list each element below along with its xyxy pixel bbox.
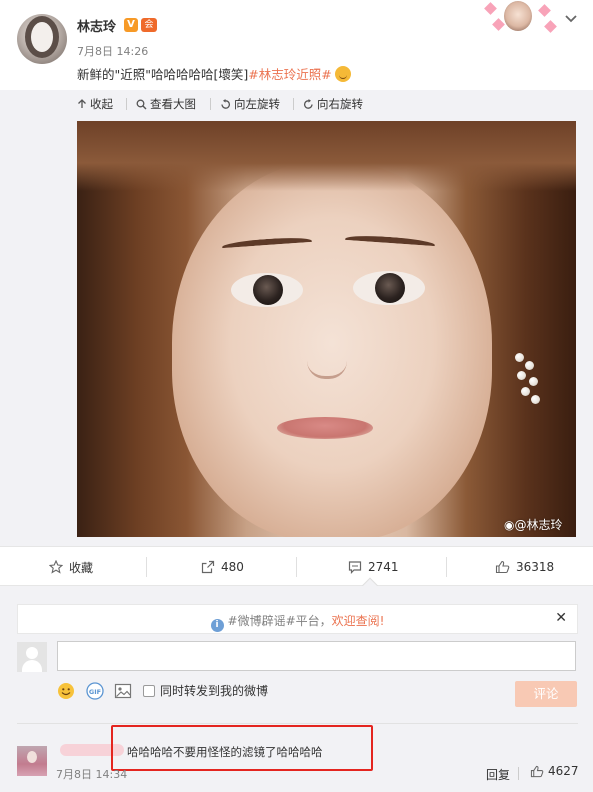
notice-text: i #微博辟谣#平台，欢迎查阅!: [18, 612, 577, 632]
smirk-emoji-icon: [334, 66, 351, 82]
post-text-body: 新鲜的"近照"哈哈哈哈哈[壞笑]: [77, 67, 249, 82]
comment-icon: [348, 561, 362, 574]
pearl-earring: [517, 371, 526, 380]
post-time[interactable]: 7月8日 14:26: [77, 43, 148, 59]
highlight-box: [111, 725, 373, 771]
comment-like-count: 4627: [548, 764, 579, 778]
heart-icon: [484, 2, 497, 15]
notice-accent-link[interactable]: 欢迎查阅!: [332, 614, 385, 628]
collapse-label: 收起: [90, 97, 113, 111]
comment-input[interactable]: [57, 641, 576, 671]
post-action-bar: 收藏 480 2741 36318: [0, 546, 593, 595]
commenter-avatar[interactable]: [17, 746, 47, 776]
view-large-label: 查看大图: [150, 97, 196, 111]
decoration-portrait: [504, 1, 532, 31]
favorite-label: 收藏: [69, 560, 94, 575]
star-icon: [49, 560, 63, 574]
hashtag-link[interactable]: #林志玲近照#: [248, 67, 331, 82]
action-divider: [146, 557, 147, 577]
comment-action-divider: [518, 767, 519, 780]
comment-like-button[interactable]: 4627: [530, 764, 579, 778]
thumbs-up-icon: [530, 765, 544, 777]
submit-comment-button[interactable]: 评论: [515, 681, 577, 707]
repost-count: 480: [221, 560, 244, 574]
like-count: 36318: [516, 560, 555, 574]
my-avatar: [17, 642, 47, 672]
notice-link[interactable]: #微博辟谣#平台，: [228, 614, 332, 628]
repost-button[interactable]: 480: [201, 547, 244, 587]
rotate-right-icon: [303, 98, 313, 109]
svg-text:GIF: GIF: [89, 688, 101, 696]
card-decoration: [480, 0, 560, 34]
divider: [17, 723, 578, 724]
toolbar-divider: [293, 98, 294, 110]
close-icon[interactable]: ✕: [555, 610, 567, 626]
action-divider: [446, 557, 447, 577]
gif-icon[interactable]: GIF: [86, 682, 104, 700]
image-icon[interactable]: [114, 682, 132, 700]
repost-icon: [201, 560, 215, 574]
post-text: 新鲜的"近照"哈哈哈哈哈[壞笑]#林志玲近照#: [77, 64, 351, 83]
post-header: 林志玲 V 会员 7月8日 14:26 新鲜的"近照"哈哈哈哈哈[壞笑]#林志玲…: [0, 0, 593, 90]
view-large-button[interactable]: 查看大图: [136, 96, 196, 112]
toolbar-divider: [126, 98, 127, 110]
rotate-right-button[interactable]: 向右旋转: [303, 96, 363, 112]
toolbar-divider: [210, 98, 211, 110]
photo-face: [172, 161, 492, 537]
rotate-left-label: 向左旋转: [234, 97, 280, 111]
reply-button[interactable]: 回复: [486, 766, 510, 783]
author-name[interactable]: 林志玲: [77, 16, 116, 35]
rotate-right-label: 向右旋转: [317, 97, 363, 111]
chevron-down-icon[interactable]: [563, 10, 579, 26]
heart-icon: [538, 4, 551, 17]
collapse-button[interactable]: 收起: [77, 96, 113, 112]
pearl-earring: [515, 353, 524, 362]
image-toolbar: 收起 查看大图 向左旋转 向右旋转: [0, 90, 593, 118]
info-icon: i: [210, 619, 224, 632]
pearl-earring: [525, 361, 534, 370]
rotate-left-icon: [221, 98, 231, 109]
weibo-logo-icon: ◉: [504, 518, 515, 532]
photo-right-eye: [353, 271, 425, 305]
thumbs-up-icon: [495, 560, 510, 574]
photo-lips: [277, 417, 373, 439]
repost-label: 同时转发到我的微博: [160, 684, 269, 698]
pearl-earring: [531, 395, 540, 404]
rumor-notice: i #微博辟谣#平台，欢迎查阅! ✕: [17, 604, 578, 634]
heart-icon: [544, 20, 557, 33]
arrow-up-icon: [78, 99, 86, 108]
comment-count: 2741: [368, 560, 399, 574]
magnifier-icon: [136, 99, 147, 109]
like-button[interactable]: 36318: [495, 547, 554, 587]
photo-hair: [77, 121, 576, 191]
emoji-icon[interactable]: [57, 682, 75, 700]
photo-container: ◉@林志玲: [0, 118, 593, 546]
favorite-button[interactable]: 收藏: [49, 547, 93, 587]
rotate-left-button[interactable]: 向左旋转: [220, 96, 280, 112]
photo-left-eye: [231, 273, 303, 307]
photo-watermark: ◉@林志玲: [504, 516, 563, 533]
vip-badge: 会员: [141, 18, 157, 44]
comment-time: 7月8日 14:34: [56, 768, 128, 781]
watermark-text: @林志玲: [514, 518, 563, 532]
post-photo[interactable]: ◉@林志玲: [77, 121, 576, 537]
verified-badge: V: [124, 18, 138, 32]
checkbox[interactable]: [143, 684, 155, 697]
action-divider: [296, 557, 297, 577]
heart-icon: [492, 18, 505, 31]
comment-section: i #微博辟谣#平台，欢迎查阅! ✕ GIF 同时转发到我的微博 评论 哈哈哈哈不…: [0, 586, 593, 792]
pearl-earring: [529, 377, 538, 386]
repost-to-my-weibo-checkbox[interactable]: 同时转发到我的微博: [143, 682, 268, 699]
pearl-earring: [521, 387, 530, 396]
author-avatar[interactable]: [17, 14, 67, 64]
